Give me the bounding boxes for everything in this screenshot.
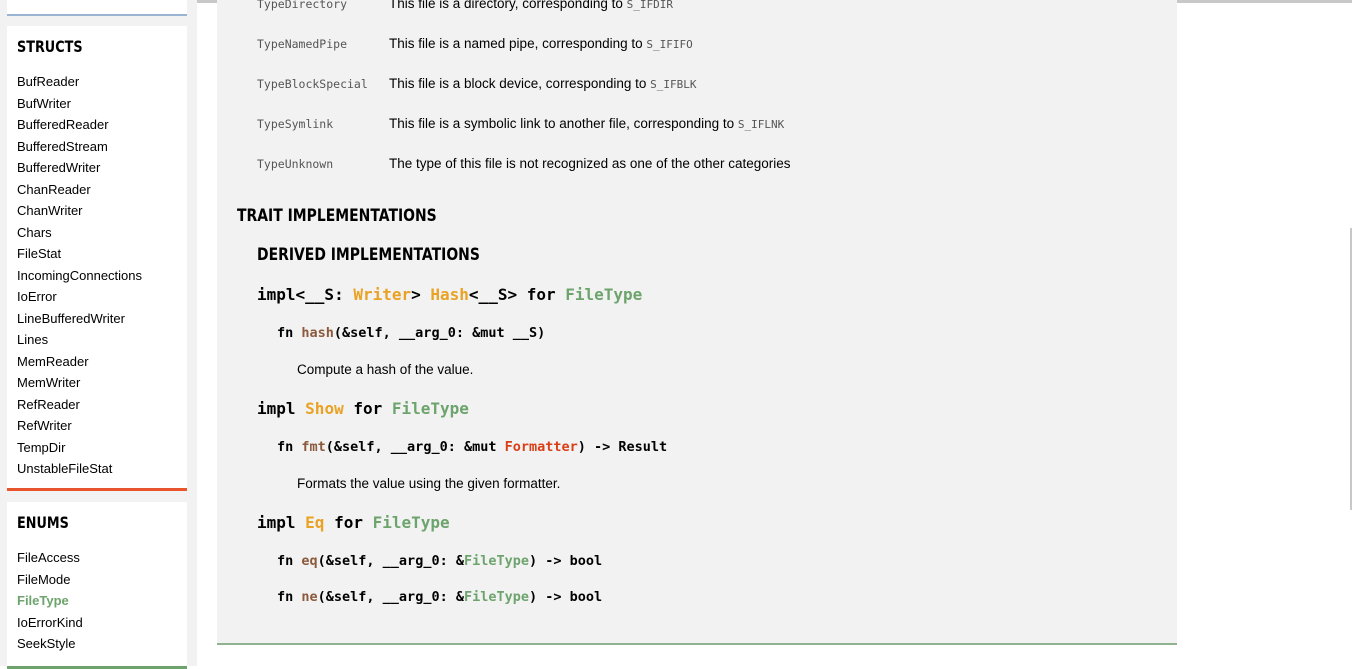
variant-constant: S_IFIFO [646, 38, 693, 51]
trait-implementations-heading: TRAIT IMPLEMENTATIONS [237, 206, 437, 226]
sidebar-struct-link[interactable]: TempDir [17, 437, 142, 459]
impl-for: for [343, 399, 392, 418]
fn-keyword: fn [277, 439, 302, 455]
variant-description: This file is a symbolic link to another … [389, 114, 784, 135]
variant-constant: S_IFLNK [737, 118, 785, 131]
variant-constant: S_IFDIR [626, 0, 673, 11]
sidebar-struct-link[interactable]: Chars [17, 222, 142, 244]
sidebar-enum-link[interactable]: FileMode [17, 569, 83, 591]
enums-heading: ENUMS [17, 513, 69, 532]
type-filetype-link[interactable]: FileType [565, 285, 642, 304]
variant-description-text: This file is a directory, corresponding … [389, 0, 627, 11]
variant-name: TypeSymlink [257, 117, 334, 131]
fn-fmt-link[interactable]: fmt [301, 439, 325, 455]
sidebar-struct-link[interactable]: BufferedWriter [17, 157, 142, 179]
fn-eq-link[interactable]: eq [301, 553, 317, 569]
sidebar-struct-link[interactable]: Lines [17, 329, 142, 351]
impl-punct: > [411, 285, 431, 304]
enums-box: ENUMS FileAccess FileMode FileType IoErrorK… [7, 502, 187, 669]
variant-name: TypeNamedPipe [257, 37, 348, 51]
fn-signature: (&self, __arg_0: & [317, 553, 464, 569]
variant-description-text: This file is a symbolic link to another … [389, 116, 738, 131]
impl-hash: impl<__S: Writer> Hash<__S> for FileType [257, 285, 642, 304]
sidebar-struct-link[interactable]: UnstableFileStat [17, 458, 142, 480]
variant-description: This file is a directory, corresponding … [389, 0, 673, 15]
derived-implementations-heading: DERIVED IMPLEMENTATIONS [257, 245, 480, 265]
impl-generic: <__S> for [468, 285, 566, 304]
fn-ne-link[interactable]: ne [301, 589, 317, 605]
sidebar-struct-link[interactable]: BufReader [17, 71, 142, 93]
structs-box: STRUCTS BufReader BufWriter BufferedReader… [7, 26, 187, 491]
variant-description-text: This file is a named pipe, corresponding… [389, 36, 647, 51]
doc-fmt: Formats the value using the given format… [297, 476, 561, 491]
sidebar-struct-link[interactable]: IoError [17, 286, 142, 308]
structs-heading: STRUCTS [17, 37, 83, 56]
sidebar: STRUCTS BufReader BufWriter BufferedReader… [0, 0, 197, 669]
fn-signature-end: ) -> bool [529, 589, 603, 605]
variant-description: The type of this file is not recognized … [389, 154, 791, 174]
trait-eq-link[interactable]: Eq [305, 513, 324, 532]
structs-list: BufReader BufWriter BufferedReader Buffered… [17, 71, 142, 480]
fn-eq: fn eq(&self, __arg_0: &FileType) -> bool [277, 553, 602, 569]
variant-description: This file is a block device, correspondi… [389, 74, 697, 95]
sidebar-struct-link[interactable]: ChanWriter [17, 200, 142, 222]
sidebar-struct-link[interactable]: BufferedReader [17, 114, 142, 136]
sidebar-struct-link[interactable]: MemWriter [17, 372, 142, 394]
impl-keyword: impl [257, 399, 306, 418]
fn-keyword: fn [277, 589, 302, 605]
type-filetype-link[interactable]: FileType [392, 399, 469, 418]
sidebar-enum-link[interactable]: FileAccess [17, 547, 83, 569]
fn-signature-end: ) -> bool [529, 553, 603, 569]
sidebar-struct-link[interactable]: LineBufferedWriter [17, 308, 142, 330]
struct-formatter-link[interactable]: Formatter [505, 439, 578, 455]
sidebar-enum-link[interactable]: FileType [17, 590, 83, 612]
sidebar-struct-link[interactable]: BufferedStream [17, 136, 142, 158]
sidebar-struct-link[interactable]: ChanReader [17, 179, 142, 201]
sidebar-struct-link[interactable]: BufWriter [17, 93, 142, 115]
fn-signature-end: ) -> Result [577, 439, 668, 455]
fn-keyword: fn [277, 325, 302, 341]
trait-writer-link[interactable]: Writer [353, 285, 411, 304]
fn-signature: (&self, __arg_0: &mut __S) [333, 325, 546, 341]
enums-list: FileAccess FileMode FileType IoErrorKind See… [17, 547, 83, 655]
fn-fmt: fn fmt(&self, __arg_0: &mut Formatter) -… [277, 439, 667, 455]
fn-hash: fn hash(&self, __arg_0: &mut __S) [277, 325, 545, 341]
impl-show: impl Show for FileType [257, 399, 469, 418]
sidebar-struct-link[interactable]: RefWriter [17, 415, 142, 437]
fn-signature: (&self, __arg_0: &mut [325, 439, 505, 455]
variant-description: This file is a named pipe, corresponding… [389, 34, 693, 55]
sidebar-previous-section [7, 0, 187, 16]
impl-keyword: impl<__S: [257, 285, 354, 304]
impl-for: for [324, 513, 373, 532]
sidebar-struct-link[interactable]: IncomingConnections [17, 265, 142, 287]
sidebar-struct-link[interactable]: FileStat [17, 243, 142, 265]
doc-hash: Compute a hash of the value. [297, 362, 474, 377]
impl-keyword: impl [257, 513, 306, 532]
variant-name: TypeBlockSpecial [257, 77, 368, 91]
variant-name: TypeDirectory [257, 0, 348, 11]
sidebar-enum-link[interactable]: SeekStyle [17, 633, 83, 655]
trait-show-link[interactable]: Show [305, 399, 344, 418]
sidebar-struct-link[interactable]: MemReader [17, 351, 142, 373]
variant-name: TypeUnknown [257, 157, 334, 171]
type-filetype-link[interactable]: FileType [373, 513, 450, 532]
sidebar-struct-link[interactable]: RefReader [17, 394, 142, 416]
sidebar-enum-link[interactable]: IoErrorKind [17, 612, 83, 634]
fn-keyword: fn [277, 553, 302, 569]
fn-signature: (&self, __arg_0: & [317, 589, 464, 605]
impl-eq: impl Eq for FileType [257, 513, 450, 532]
trait-hash-link[interactable]: Hash [430, 285, 469, 304]
main-content: TypeDirectory This file is a directory, c… [217, 0, 1177, 645]
variant-constant: S_IFBLK [650, 78, 697, 91]
variant-description-text: This file is a block device, correspondi… [389, 76, 651, 91]
type-filetype-link[interactable]: FileType [464, 553, 529, 569]
fn-hash-link[interactable]: hash [301, 325, 334, 341]
fn-ne: fn ne(&self, __arg_0: &FileType) -> bool [277, 589, 602, 605]
type-filetype-link[interactable]: FileType [464, 589, 529, 605]
variant-description-text: The type of this file is not recognized … [389, 156, 791, 171]
